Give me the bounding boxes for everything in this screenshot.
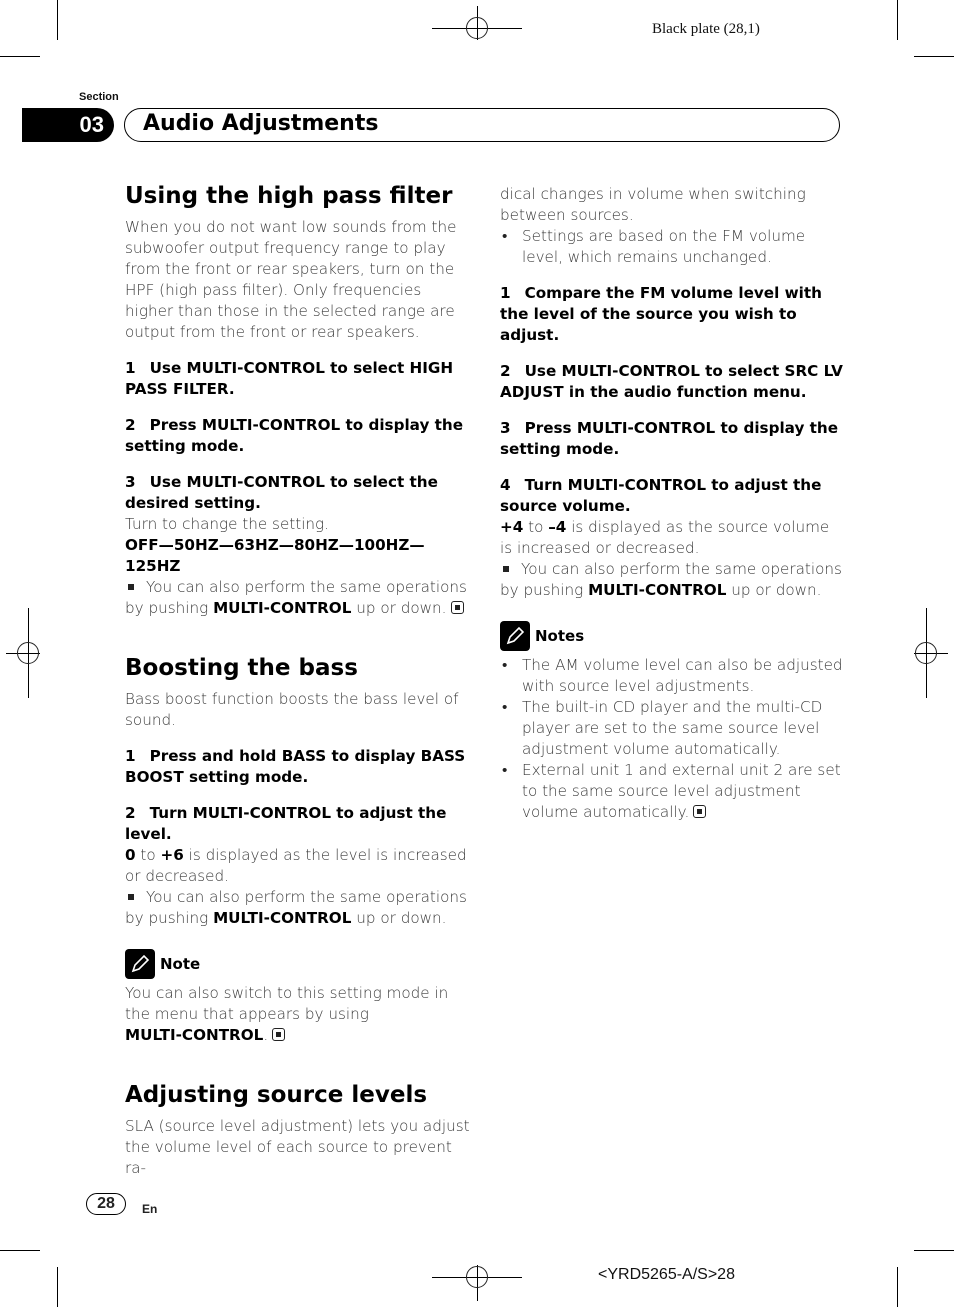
step-number: 3: [500, 419, 511, 437]
square-bullet-icon: [503, 565, 509, 572]
step-text: Use MULTI-CONTROL to select HIGH PASS FI…: [125, 359, 454, 398]
left-column: Using the high pass filter When you do n…: [125, 181, 470, 1179]
crop-mark: [897, 1267, 898, 1307]
crop-mark: [0, 56, 40, 57]
step-number: 2: [500, 362, 511, 380]
note-text: You can also switch to this setting mode…: [125, 984, 449, 1044]
note-label: Note: [160, 954, 201, 973]
step-text: Press and hold BASS to display BASS BOOS…: [125, 747, 466, 786]
end-of-section-icon: [450, 601, 464, 614]
step-text: Use MULTI-CONTROL to select the desired …: [125, 473, 438, 512]
right-column: dical changes in volume when switching b…: [500, 184, 845, 823]
control-name: MULTI-CONTROL: [588, 581, 727, 599]
page-number: 28: [86, 1193, 126, 1215]
step-text: Turn MULTI-CONTROL to adjust the level.: [125, 804, 447, 843]
control-name: MULTI-CONTROL: [125, 1026, 264, 1044]
section-label: Section: [79, 91, 119, 103]
crop-mark: [914, 1250, 954, 1251]
tip: You can also perform the same operations…: [500, 560, 842, 599]
step: 4 Turn MULTI-CONTROL to adjust the source…: [500, 475, 845, 517]
section-title: Audio Adjustments: [143, 111, 379, 136]
step: 3 Press MULTI-CONTROL to display the sett…: [500, 418, 845, 460]
control-name: MULTI-CONTROL: [213, 599, 352, 617]
step-number: 3: [125, 473, 136, 491]
pencil-note-icon: [125, 949, 155, 979]
step-number: 2: [125, 416, 136, 434]
step-text: Press MULTI-CONTROL to display the setti…: [500, 419, 839, 458]
step: 1 Compare the FM volume level with the le…: [500, 283, 845, 346]
step: 2 Use MULTI-CONTROL to select SRC LV ADJU…: [500, 361, 845, 403]
bullet-list: Settings are based on the FM volume leve…: [500, 226, 845, 268]
control-name: MULTI-CONTROL: [213, 909, 352, 927]
step: 1 Use MULTI-CONTROL to select HIGH PASS F…: [125, 358, 470, 400]
plate-label: Black plate (28,1): [652, 21, 760, 37]
step-number: 4: [500, 476, 511, 494]
crop-mark: [0, 1250, 40, 1251]
section-heading: Adjusting source levels: [125, 1082, 428, 1108]
intro-text: SLA (source level adjustment) lets you a…: [125, 1117, 470, 1177]
bass-boost-section: Boosting the bass Bass boost function bo…: [125, 653, 470, 1046]
intro-text: Bass boost function boosts the bass leve…: [125, 690, 459, 729]
turn-instruction: Turn to change the setting.: [125, 515, 329, 533]
footer-code: <YRD5265-A/S>28: [598, 1266, 735, 1283]
crop-mark: [914, 56, 954, 57]
intro-text-continued: dical changes in volume when switching b…: [500, 185, 806, 224]
notes-header: Notes: [500, 621, 845, 651]
language-label: En: [142, 1202, 158, 1216]
section-heading: Boosting the bass: [125, 655, 358, 681]
bullet-item: Settings are based on the FM volume leve…: [500, 226, 845, 268]
note-item: External unit 1 and external unit 2 are …: [500, 760, 845, 823]
notes-list: The AM volume level can also be adjusted…: [500, 655, 845, 823]
step-text: Press MULTI-CONTROL to display the setti…: [125, 416, 464, 455]
step-number: 1: [125, 359, 136, 377]
note-header: Note: [125, 949, 470, 979]
crop-mark: [57, 0, 58, 40]
section-number-tab: 03: [22, 108, 114, 142]
section-number: 03: [79, 112, 104, 137]
intro-text: When you do not want low sounds from the…: [125, 218, 457, 341]
step-text: Use MULTI-CONTROL to select SRC LV ADJUS…: [500, 362, 843, 401]
end-of-section-icon: [693, 805, 707, 818]
step: 3 Use MULTI-CONTROL to select the desired…: [125, 472, 470, 514]
source-levels-section: Adjusting source levels SLA (source leve…: [125, 1080, 470, 1179]
range-text: 0 to +6 is displayed as the level is inc…: [125, 846, 467, 885]
crop-mark: [897, 0, 898, 40]
crop-mark: [57, 1267, 58, 1307]
notes-label: Notes: [535, 626, 585, 645]
section-heading: Using the high pass filter: [125, 183, 453, 209]
step: 2 Turn MULTI-CONTROL to adjust the level.: [125, 803, 470, 845]
step-number: 1: [500, 284, 511, 302]
step: 1 Press and hold BASS to display BASS BOO…: [125, 746, 470, 788]
step-number: 2: [125, 804, 136, 822]
note-item: The built-in CD player and the multi-CD …: [500, 697, 845, 760]
tip: You can also perform the same operations…: [125, 888, 467, 927]
end-of-section-icon: [272, 1028, 286, 1041]
high-pass-filter-section: Using the high pass filter When you do n…: [125, 181, 470, 619]
tip: You can also perform the same operations…: [125, 578, 467, 617]
step: 2 Press MULTI-CONTROL to display the sett…: [125, 415, 470, 457]
settings-sequence: OFF—50HZ—63HZ—80HZ—100HZ—125HZ: [125, 536, 425, 575]
square-bullet-icon: [128, 583, 134, 590]
step-text: Compare the FM volume level with the lev…: [500, 284, 822, 344]
step-number: 1: [125, 747, 136, 765]
square-bullet-icon: [128, 893, 134, 900]
note-item: The AM volume level can also be adjusted…: [500, 655, 845, 697]
pencil-note-icon: [500, 621, 530, 651]
range-text: +4 to –4 is displayed as the source volu…: [500, 518, 830, 557]
step-text: Turn MULTI-CONTROL to adjust the source …: [500, 476, 822, 515]
